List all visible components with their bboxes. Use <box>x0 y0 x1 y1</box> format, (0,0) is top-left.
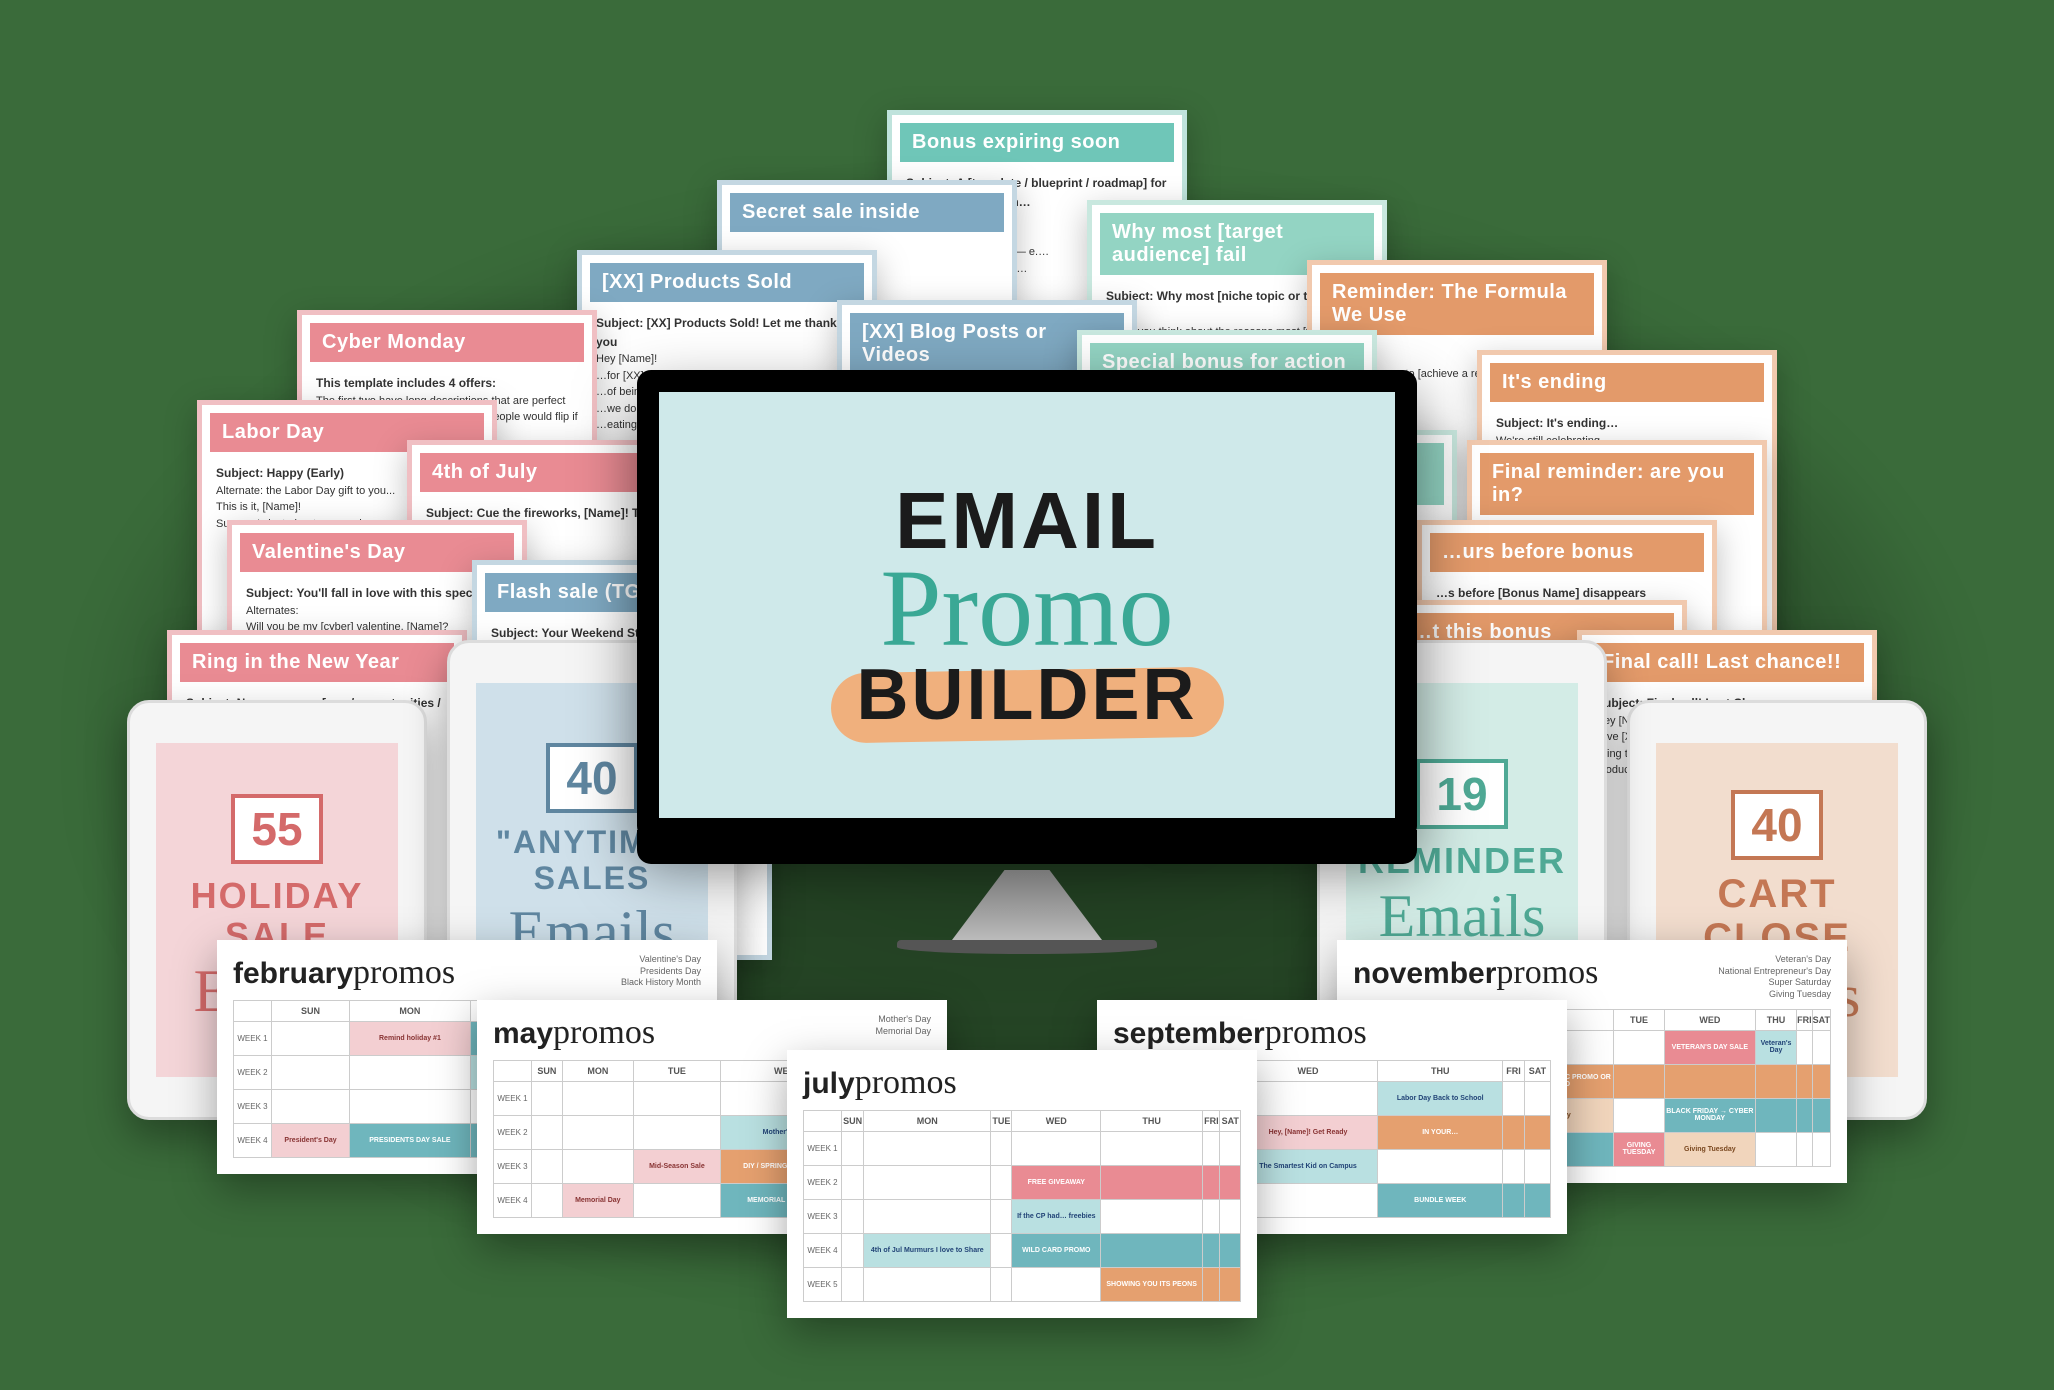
calendar-month: julypromos <box>803 1064 957 1102</box>
tablet-count: 40 <box>1731 790 1822 860</box>
email-card-title: Final call! Last chance!! <box>1590 643 1864 682</box>
email-card-title: Ring in the New Year <box>180 643 454 682</box>
monitor: EMAIL Promo BUILDER <box>637 370 1417 930</box>
headline-promo: Promo <box>880 545 1173 672</box>
calendar-month: septemberpromos <box>1113 1014 1367 1052</box>
calendar-month: februarypromos <box>233 954 455 992</box>
headline-builder: BUILDER <box>857 654 1198 736</box>
monitor-bezel: EMAIL Promo BUILDER <box>637 370 1417 840</box>
email-card-title: Secret sale inside <box>730 193 1004 232</box>
email-card-title: It's ending <box>1490 363 1764 402</box>
monitor-chin <box>637 830 1417 864</box>
calendar-jul: julypromos SUNMONTUEWEDTHUFRISATWEEK 1WEE… <box>787 1050 1257 1318</box>
tablet-count: 40 <box>546 743 637 813</box>
calendar-month: novemberpromos <box>1353 954 1598 992</box>
monitor-stand <box>952 870 1102 940</box>
email-card-title: Bonus expiring soon <box>900 123 1174 162</box>
email-card-title: …urs before bonus <box>1430 533 1704 572</box>
tablet-count: 55 <box>231 794 322 864</box>
email-card-title: Final reminder: are you in? <box>1480 453 1754 515</box>
monitor-foot <box>897 940 1157 954</box>
calendar-themes: Veteran's DayNational Entrepreneur's Day… <box>1718 954 1831 1001</box>
calendar-grid: SUNMONTUEWEDTHUFRISATWEEK 1WEEK 2FREE GI… <box>803 1110 1241 1302</box>
email-card-title: Reminder: The Formula We Use <box>1320 273 1594 335</box>
email-card-title: Cyber Monday <box>310 323 584 362</box>
monitor-screen: EMAIL Promo BUILDER <box>659 392 1395 818</box>
calendar-themes: Valentine's DayPresidents DayBlack Histo… <box>621 954 701 989</box>
tablet-count: 19 <box>1416 759 1507 829</box>
calendar-themes: Mother's DayMemorial Day <box>875 1014 931 1037</box>
email-card-title: [XX] Products Sold <box>590 263 864 302</box>
calendar-month: maypromos <box>493 1014 655 1052</box>
